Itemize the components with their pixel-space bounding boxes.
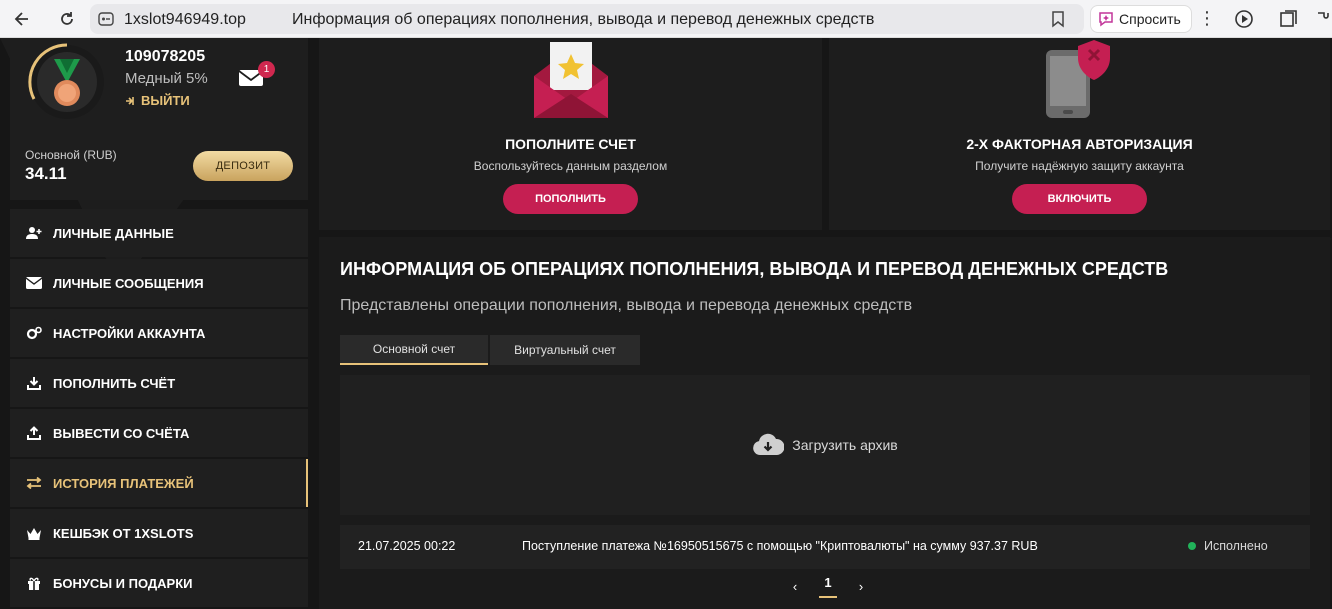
ask-button[interactable]: Спросить	[1090, 5, 1192, 33]
cloud-download-icon	[753, 433, 785, 455]
page-title: ИНФОРМАЦИЯ ОБ ОПЕРАЦИЯХ ПОПОЛНЕНИЯ, ВЫВО…	[340, 259, 1169, 279]
sparkle-chat-icon	[1099, 12, 1113, 27]
sidebar-item-withdraw[interactable]: ВЫВЕСТИ СО СЧЁТА	[10, 409, 308, 457]
sidebar-item-deposit[interactable]: ПОПОЛНИТЬ СЧЁТ	[10, 359, 308, 407]
status-badge: Исполнено	[1188, 539, 1268, 553]
more-menu-icon[interactable]: ⋮	[1198, 8, 1216, 29]
twofa-promo-card: 2-Х ФАКТОРНАЯ АВТОРИЗАЦИЯ Получите надёж…	[829, 38, 1330, 230]
deposit-button[interactable]: ДЕПОЗИТ	[193, 151, 293, 181]
table-row: 21.07.2025 00:22 Поступление платежа №16…	[340, 525, 1310, 569]
exchange-icon	[25, 475, 43, 491]
mail-badge: 1	[258, 61, 275, 78]
profile-card: 109078205 Медный 5% ВЫЙТИ 1 Основной (RU…	[10, 38, 308, 200]
sidebar-item-label: ПОПОЛНИТЬ СЧЁТ	[53, 375, 176, 391]
user-add-icon	[25, 225, 43, 241]
balance-value: 34.11	[25, 164, 67, 183]
sidebar-item-label: БОНУСЫ И ПОДАРКИ	[53, 575, 193, 591]
twofa-card-subtitle: Получите надёжную защиту аккаунта	[975, 159, 1184, 173]
sidebar-menu: ЛИЧНЫЕ ДАННЫЕ ЛИЧНЫЕ СООБЩЕНИЯ НАСТРОЙКИ…	[10, 209, 308, 609]
top-up-button[interactable]: ПОПОЛНИТЬ	[503, 184, 638, 214]
deposit-promo-card: ПОПОЛНИТЕ СЧЕТ Воспользуйтесь данным раз…	[319, 38, 822, 230]
browser-toolbar: 1xslot946949.top Информация об операциях…	[0, 0, 1332, 38]
sidebar-item-label: ВЫВЕСТИ СО СЧЁТА	[53, 425, 190, 441]
crown-icon	[25, 525, 43, 541]
ask-label: Спросить	[1119, 11, 1181, 27]
user-id: 109078205	[125, 48, 206, 65]
bookmark-icon[interactable]	[1050, 10, 1066, 33]
gears-icon	[25, 325, 43, 341]
transaction-date: 21.07.2025 00:22	[358, 539, 456, 553]
transaction-description: Поступление платежа №16950515675 с помощ…	[522, 539, 1038, 553]
sidebar-item-payment-history[interactable]: ИСТОРИЯ ПЛАТЕЖЕЙ	[10, 459, 308, 507]
gift-icon	[25, 575, 43, 591]
download-icon	[25, 375, 43, 391]
payment-history-panel: ИНФОРМАЦИЯ ОБ ОПЕРАЦИЯХ ПОПОЛНЕНИЯ, ВЫВО…	[319, 237, 1330, 609]
download-archive-label: Загрузить архив	[792, 437, 898, 453]
logout-icon	[126, 96, 134, 105]
back-arrow-icon[interactable]	[10, 7, 34, 31]
sidebar-item-bonuses[interactable]: БОНУСЫ И ПОДАРКИ	[10, 559, 308, 607]
account-tabs: Основной счет Виртуальный счет	[340, 335, 640, 365]
logout-link[interactable]: ВЫЙТИ	[125, 93, 190, 108]
sidebar-item-personal-data[interactable]: ЛИЧНЫЕ ДАННЫЕ	[10, 209, 308, 257]
deposit-card-title: ПОПОЛНИТЕ СЧЕТ	[505, 136, 636, 152]
address-bar[interactable]: 1xslot946949.top Информация об операциях…	[90, 4, 1084, 34]
next-page-icon[interactable]: ›	[855, 579, 867, 594]
deposit-card-subtitle: Воспользуйтесь данным разделом	[473, 159, 668, 173]
tab-main-account[interactable]: Основной счет	[340, 335, 488, 365]
reload-icon[interactable]	[55, 7, 79, 31]
pagination: ‹ 1 ›	[789, 575, 867, 598]
logout-label: ВЫЙТИ	[141, 93, 190, 108]
enable-2fa-button[interactable]: ВКЛЮЧИТЬ	[1012, 184, 1147, 214]
sidebar-item-label: КЕШБЭК ОТ 1XSLOTS	[53, 525, 194, 541]
envelope-star-icon	[534, 42, 608, 118]
tab-virtual-account[interactable]: Виртуальный счет	[490, 335, 640, 365]
sidebar-item-label: ЛИЧНЫЕ ДАННЫЕ	[53, 225, 174, 241]
phone-shield-icon	[1046, 40, 1110, 118]
page-number-current[interactable]: 1	[819, 575, 837, 598]
sidebar-item-label: ЛИЧНЫЕ СООБЩЕНИЯ	[53, 275, 204, 291]
balance-label: Основной (RUB)	[25, 148, 117, 162]
site-settings-icon[interactable]	[98, 11, 114, 27]
media-play-icon[interactable]	[1234, 9, 1256, 29]
extensions-icon[interactable]	[1316, 9, 1332, 29]
download-archive-button[interactable]: Загрузить архив	[340, 375, 1310, 515]
collections-icon[interactable]	[1278, 9, 1300, 29]
page-subtitle: Представлены операции пополнения, вывода…	[340, 297, 913, 314]
twofa-card-title: 2-Х ФАКТОРНАЯ АВТОРИЗАЦИЯ	[966, 136, 1193, 152]
page-content: 109078205 Медный 5% ВЫЙТИ 1 Основной (RU…	[0, 38, 1332, 609]
sidebar-item-label: ИСТОРИЯ ПЛАТЕЖЕЙ	[53, 475, 194, 491]
sidebar-item-settings[interactable]: НАСТРОЙКИ АККАУНТА	[10, 309, 308, 357]
transaction-status: Исполнено	[1204, 539, 1268, 553]
envelope-icon	[25, 275, 43, 291]
sidebar-item-messages[interactable]: ЛИЧНЫЕ СООБЩЕНИЯ	[10, 259, 308, 307]
page-title-text: Информация об операциях пополнения, выво…	[292, 11, 875, 28]
upload-icon	[25, 425, 43, 441]
status-dot-icon	[1188, 542, 1196, 550]
sidebar-item-cashback[interactable]: КЕШБЭК ОТ 1XSLOTS	[10, 509, 308, 557]
url-text[interactable]: 1xslot946949.top	[124, 11, 246, 29]
user-level: Медный 5%	[125, 70, 208, 87]
sidebar-item-label: НАСТРОЙКИ АККАУНТА	[53, 325, 206, 341]
prev-page-icon[interactable]: ‹	[789, 579, 801, 594]
rank-medal-icon	[28, 43, 104, 119]
